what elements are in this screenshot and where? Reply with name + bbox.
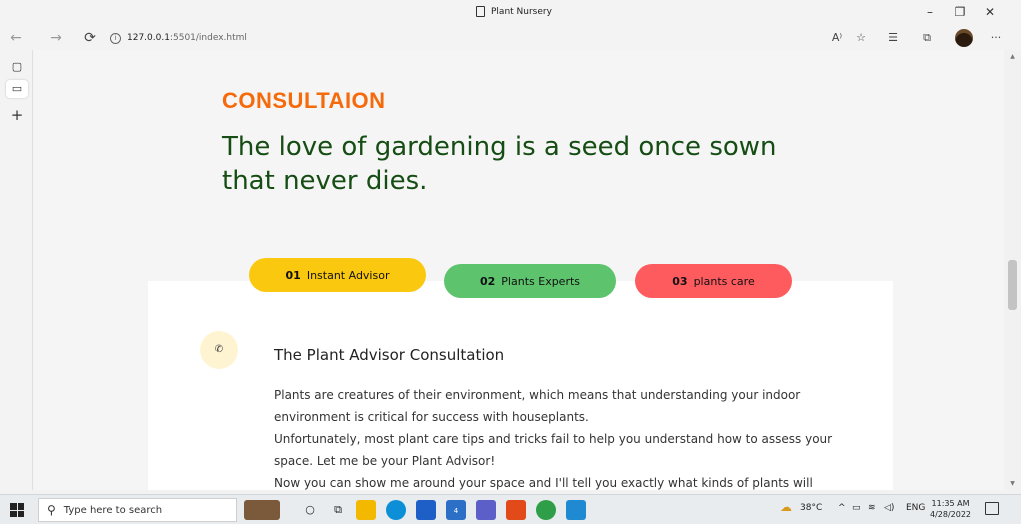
tab-plants-experts[interactable]: 02 Plants Experts xyxy=(444,264,616,298)
url-host: 127.0.0.1 xyxy=(127,33,170,43)
teams-icon[interactable] xyxy=(476,500,496,520)
clock-date: 4/28/2022 xyxy=(930,510,972,519)
url-path: :5501/index.html xyxy=(169,33,247,43)
tab-number: 03 xyxy=(672,274,688,288)
mail-badge: 4 xyxy=(453,507,459,515)
favorites-icon[interactable]: ☰ xyxy=(884,29,902,47)
new-tab-icon[interactable]: + xyxy=(6,106,28,124)
url-field[interactable]: i 127.0.0.1:5501/index.html xyxy=(110,30,800,46)
tab-number: 01 xyxy=(285,268,301,282)
url-text[interactable]: 127.0.0.1:5501/index.html xyxy=(127,33,247,43)
advisor-description: Plants are creatures of their environmen… xyxy=(274,384,844,490)
collections-icon[interactable]: ⧉ xyxy=(918,29,936,47)
language-indicator[interactable]: ENG xyxy=(906,503,925,513)
info-icon[interactable]: i xyxy=(110,32,121,44)
tab-actions-icon[interactable]: ▢ xyxy=(6,58,28,76)
page-viewport: CONSULTAION The love of gardening is a s… xyxy=(34,50,1004,490)
volume-icon[interactable]: ◁) xyxy=(884,503,894,513)
page-icon xyxy=(476,6,485,17)
address-bar: ← → ⟳ i 127.0.0.1:5501/index.html A⁾ ☆ ☰… xyxy=(0,26,1021,50)
system-clock[interactable]: 11:35 AM 4/28/2022 xyxy=(930,498,971,520)
window-title: Plant Nursery xyxy=(476,6,552,17)
search-placeholder: Type here to search xyxy=(63,504,163,516)
edge-browser-icon[interactable] xyxy=(386,500,406,520)
scrollbar-thumb[interactable] xyxy=(1008,260,1017,310)
back-button[interactable]: ← xyxy=(6,28,26,48)
hero-quote: The love of gardening is a seed once sow… xyxy=(222,132,777,196)
advisor-paragraph: Unfortunately, most plant care tips and … xyxy=(274,432,833,468)
vertical-scrollbar[interactable]: ▲ ▼ xyxy=(1004,50,1021,490)
tab-plants-care[interactable]: 03 plants care xyxy=(635,264,792,298)
wifi-icon[interactable]: ≋ xyxy=(868,503,876,513)
close-button[interactable]: ✕ xyxy=(980,3,1000,21)
profile-avatar[interactable] xyxy=(955,29,973,47)
notification-icon[interactable] xyxy=(985,502,999,515)
refresh-button[interactable]: ⟳ xyxy=(80,28,100,48)
taskbar-search-box[interactable]: ⚲ Type here to search xyxy=(38,498,237,522)
mail-icon[interactable]: 4 xyxy=(446,500,466,520)
advisor-paragraph: Now you can show me around your space an… xyxy=(274,476,813,490)
tray-chevron-icon[interactable]: ^ xyxy=(838,503,846,513)
task-view-icon[interactable]: ⧉ xyxy=(328,500,348,520)
advisor-title: The Plant Advisor Consultation xyxy=(274,346,505,364)
phone-icon: ✆ xyxy=(200,331,238,369)
minimize-button[interactable]: – xyxy=(920,3,940,21)
tab-label: Instant Advisor xyxy=(306,268,390,282)
weather-temp[interactable]: 38°C xyxy=(800,503,822,513)
section-heading: CONSULTAION xyxy=(222,88,386,113)
add-favorite-icon[interactable]: ☆ xyxy=(852,29,870,47)
tab-label: Plants Experts xyxy=(501,274,581,288)
tab-number: 02 xyxy=(479,274,496,288)
search-highlight-icon[interactable] xyxy=(244,500,280,520)
windows-start-icon[interactable] xyxy=(10,503,24,517)
vertical-tabs-strip: ▢ ▭ + xyxy=(0,50,33,490)
vscode-icon[interactable] xyxy=(566,500,586,520)
cortana-icon[interactable]: ○ xyxy=(300,500,320,520)
advisor-paragraph: Plants are creatures of their environmen… xyxy=(274,388,801,424)
title-bar: Plant Nursery – ❐ ✕ xyxy=(0,0,1021,26)
office-icon[interactable] xyxy=(506,500,526,520)
window-title-text: Plant Nursery xyxy=(491,6,552,17)
restore-button[interactable]: ❐ xyxy=(950,3,970,21)
weather-icon[interactable]: ☁ xyxy=(780,500,792,514)
battery-icon[interactable]: ▭ xyxy=(852,503,861,513)
scroll-down-arrow-icon[interactable]: ▼ xyxy=(1008,480,1017,487)
more-menu-icon[interactable]: ··· xyxy=(987,29,1005,47)
tab-instant-advisor[interactable]: 01 Instant Advisor xyxy=(249,258,426,292)
scroll-up-arrow-icon[interactable]: ▲ xyxy=(1008,53,1017,60)
file-explorer-icon[interactable] xyxy=(356,500,376,520)
chrome-icon[interactable] xyxy=(536,500,556,520)
search-icon: ⚲ xyxy=(47,503,56,517)
forward-button[interactable]: → xyxy=(46,28,66,48)
clock-time: 11:35 AM xyxy=(931,499,970,508)
current-tab-icon[interactable]: ▭ xyxy=(6,80,28,98)
windows-taskbar: ⚲ Type here to search ○ ⧉ 4 ☁ 38°C ^ ▭ ≋… xyxy=(0,494,1021,524)
store-icon[interactable] xyxy=(416,500,436,520)
tab-label: plants care xyxy=(693,274,755,288)
read-aloud-icon[interactable]: A⁾ xyxy=(828,29,846,47)
